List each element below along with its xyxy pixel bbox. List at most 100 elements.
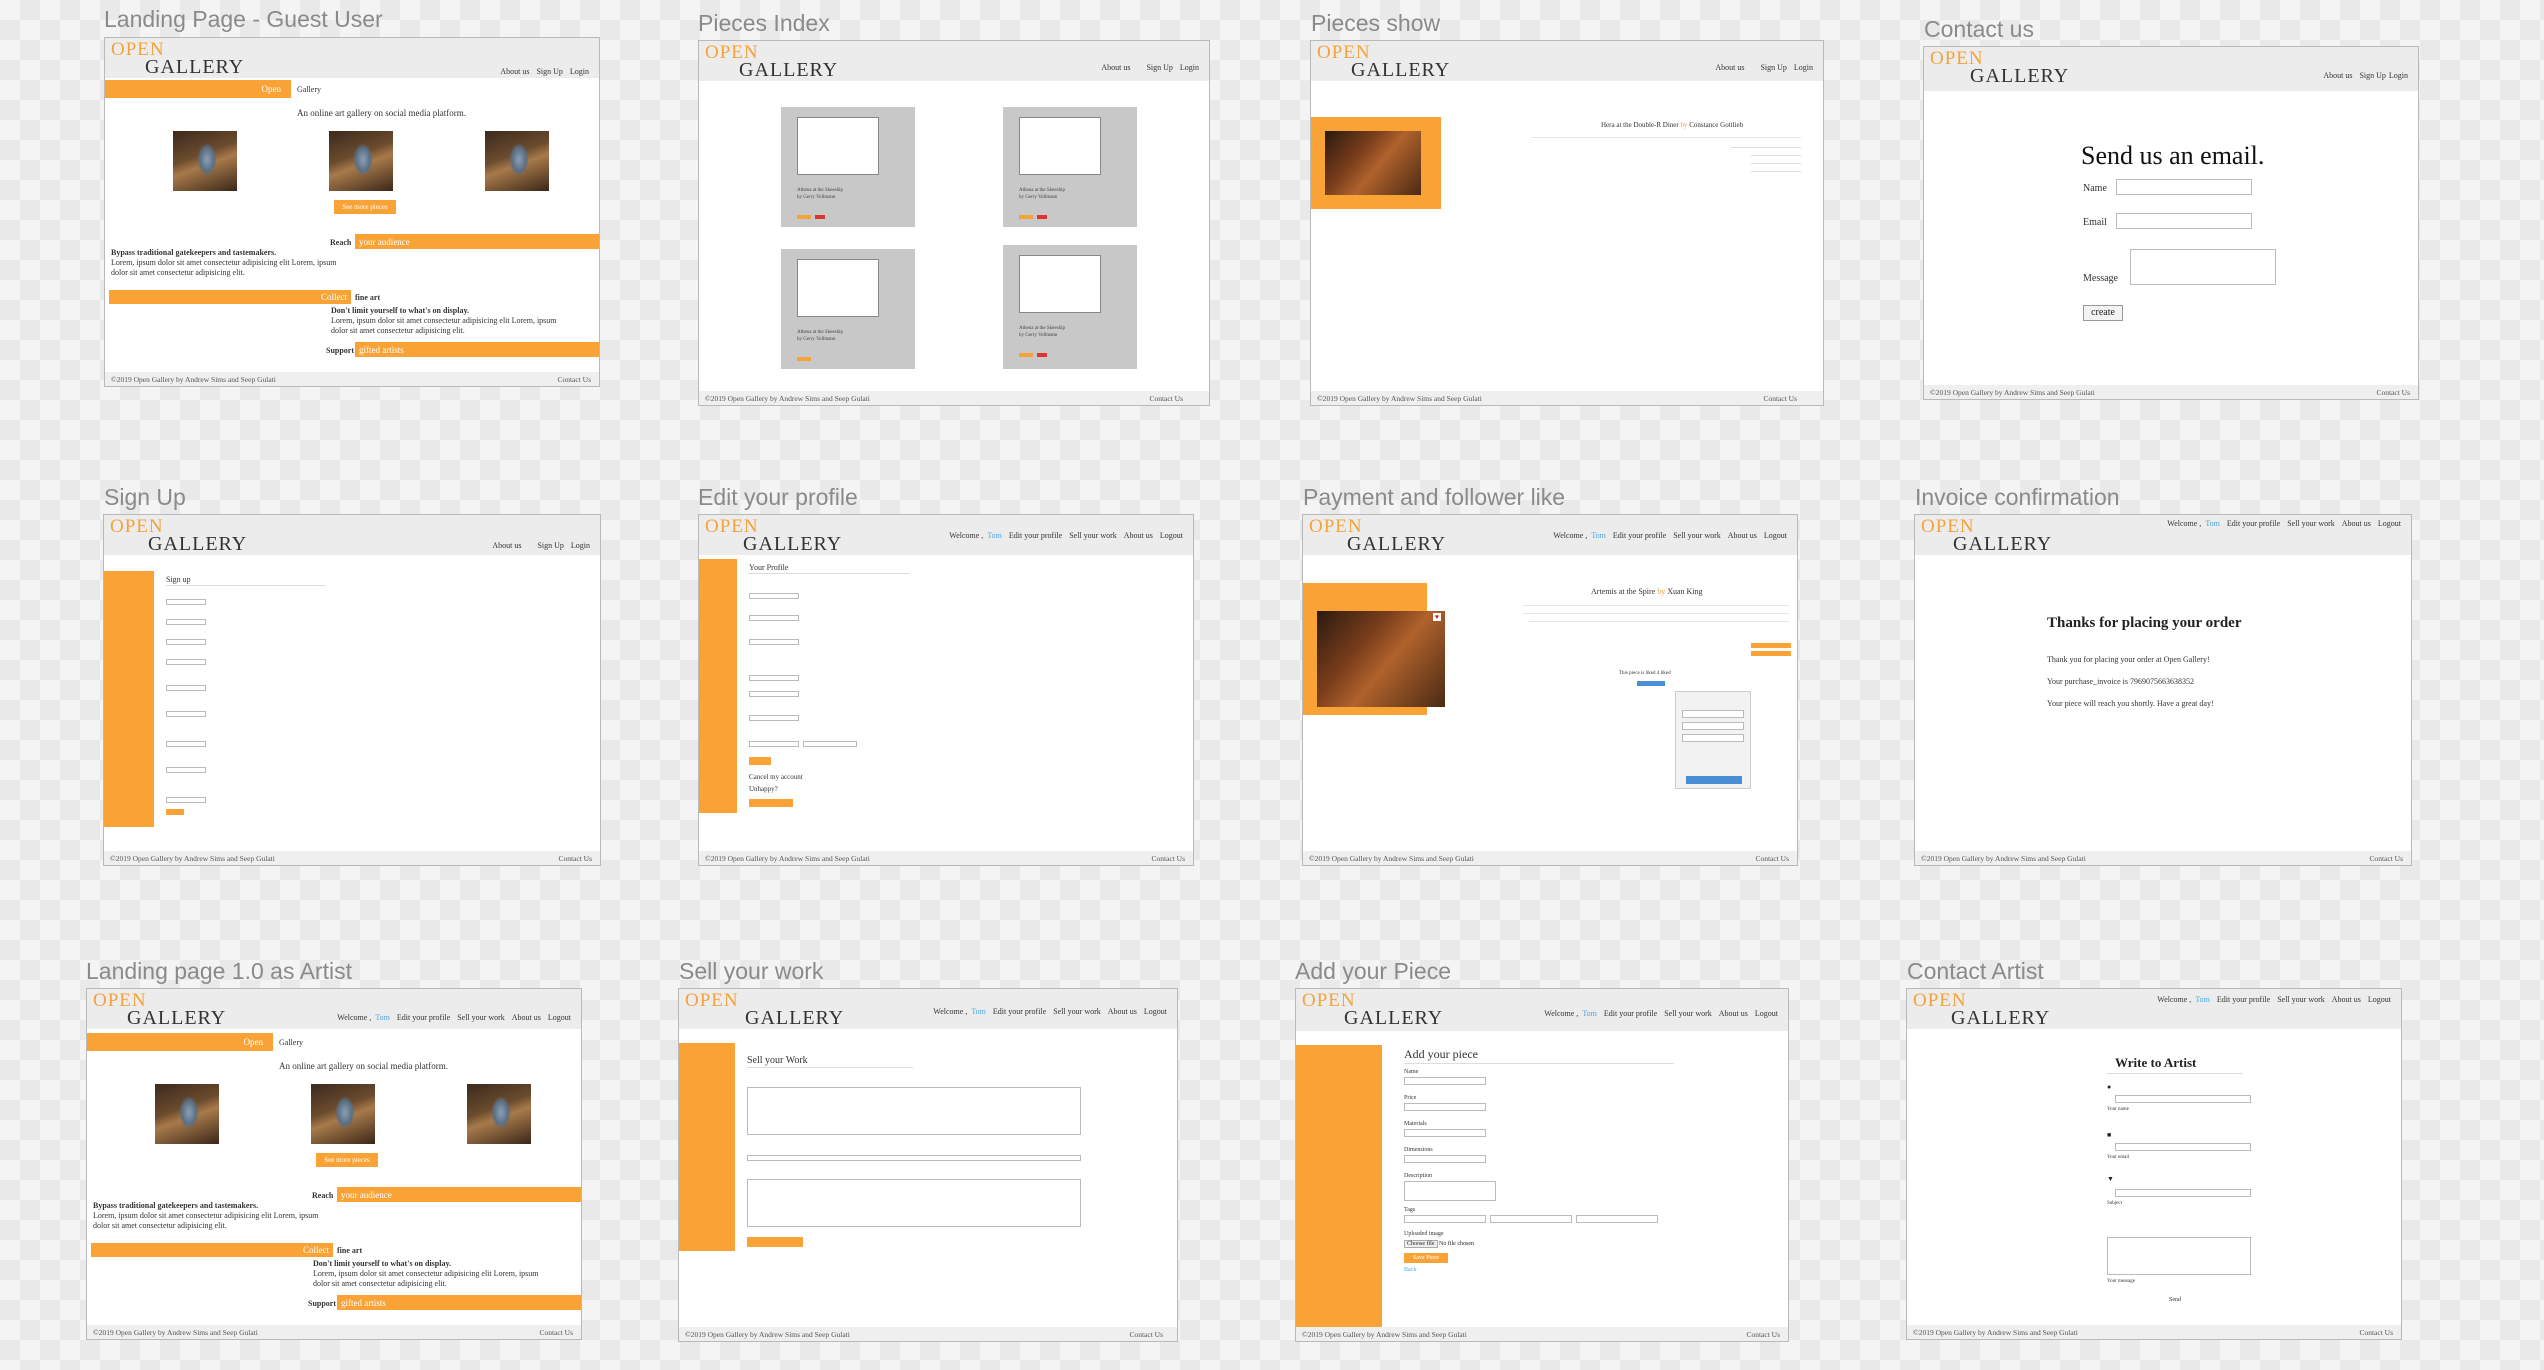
- nav-edit-profile[interactable]: Edit your profile: [1613, 531, 1666, 540]
- nav-sell-work[interactable]: Sell your work: [1664, 1009, 1712, 1018]
- piece-edit-button[interactable]: [1019, 215, 1033, 219]
- form-field[interactable]: [166, 767, 206, 773]
- nav-login[interactable]: Login: [1794, 63, 1813, 72]
- card-number-field[interactable]: [1682, 722, 1744, 730]
- send-button[interactable]: Send: [2169, 1297, 2181, 1303]
- fullname-field[interactable]: [749, 593, 799, 599]
- password-field[interactable]: [749, 675, 799, 681]
- create-button[interactable]: create: [2083, 305, 2123, 321]
- footer-contact-link[interactable]: Contact Us: [1755, 854, 1789, 863]
- card-expiry-field[interactable]: [1682, 734, 1744, 742]
- nav-signup[interactable]: Sign Up: [2359, 71, 2385, 80]
- name-field[interactable]: [1404, 1077, 1486, 1085]
- username-link[interactable]: Tom: [971, 1007, 986, 1016]
- nav-logout[interactable]: Logout: [1764, 531, 1787, 540]
- artwork-image[interactable]: [1317, 611, 1445, 707]
- nav-logout[interactable]: Logout: [1144, 1007, 1167, 1016]
- logo[interactable]: OPEN GALLERY: [93, 991, 226, 1028]
- tag-field[interactable]: [1404, 1215, 1486, 1223]
- message-textarea[interactable]: [2130, 249, 2276, 285]
- username-link[interactable]: Tom: [2205, 519, 2220, 528]
- logo[interactable]: OPEN GALLERY: [1309, 517, 1446, 554]
- piece-edit-button[interactable]: [797, 357, 811, 361]
- artwork-image[interactable]: [155, 1084, 219, 1144]
- form-field[interactable]: [166, 741, 206, 747]
- piece-thumbnail[interactable]: [1019, 255, 1101, 313]
- nav-about[interactable]: About us: [500, 67, 529, 76]
- footer-contact-link[interactable]: Contact Us: [2376, 388, 2410, 397]
- password-confirm-field[interactable]: [749, 691, 799, 697]
- piece-edit-button[interactable]: [1019, 353, 1033, 357]
- nav-sell-work[interactable]: Sell your work: [1069, 531, 1117, 540]
- nav-sell-work[interactable]: Sell your work: [457, 1013, 505, 1022]
- nav-logout[interactable]: Logout: [548, 1013, 571, 1022]
- form-field[interactable]: [166, 599, 206, 605]
- nav-about[interactable]: About us: [1715, 63, 1744, 72]
- artwork-image[interactable]: [467, 1084, 531, 1144]
- nav-login[interactable]: Login: [1180, 63, 1199, 72]
- nav-sell-work[interactable]: Sell your work: [2287, 519, 2335, 528]
- see-more-button[interactable]: See more pieces: [334, 200, 396, 214]
- form-field[interactable]: [166, 659, 206, 665]
- back-link[interactable]: Back: [1404, 1267, 1416, 1273]
- piece-thumbnail[interactable]: [797, 259, 879, 317]
- logo[interactable]: OPEN GALLERY: [705, 517, 842, 554]
- nav-about[interactable]: About us: [1108, 1007, 1137, 1016]
- tags-field[interactable]: [749, 741, 799, 747]
- nav-edit-profile[interactable]: Edit your profile: [1009, 531, 1062, 540]
- artwork-image[interactable]: [311, 1084, 375, 1144]
- name-field[interactable]: [2116, 179, 2252, 195]
- nav-logout[interactable]: Logout: [2378, 519, 2401, 528]
- tags-field[interactable]: [803, 741, 857, 747]
- choose-file-button[interactable]: Choose file: [1404, 1240, 1438, 1248]
- nav-login[interactable]: Login: [570, 67, 589, 76]
- card-email-field[interactable]: [1682, 710, 1744, 718]
- nav-sell-work[interactable]: Sell your work: [1673, 531, 1721, 540]
- piece-card[interactable]: Athena at the Skeeship by Gerry Vollmann: [781, 249, 915, 369]
- piece-delete-button[interactable]: [1037, 215, 1047, 219]
- nav-logout[interactable]: Logout: [1160, 531, 1183, 540]
- bank-account-field[interactable]: [747, 1155, 1081, 1161]
- piece-thumbnail[interactable]: [797, 117, 879, 175]
- email-field[interactable]: [2115, 1143, 2251, 1151]
- footer-contact-link[interactable]: Contact Us: [1129, 1330, 1163, 1339]
- nav-login[interactable]: Login: [571, 541, 590, 550]
- nav-edit-profile[interactable]: Edit your profile: [1604, 1009, 1657, 1018]
- nav-about[interactable]: About us: [2342, 519, 2371, 528]
- email-field[interactable]: [749, 639, 799, 645]
- nav-edit-profile[interactable]: Edit your profile: [993, 1007, 1046, 1016]
- materials-field[interactable]: [1404, 1129, 1486, 1137]
- piece-delete-button[interactable]: [1037, 353, 1047, 357]
- piece-card[interactable]: Athena at the Skeeship by Gerry Vollmann: [1003, 107, 1137, 227]
- artwork-image[interactable]: [173, 131, 237, 191]
- footer-contact-link[interactable]: Contact Us: [1149, 394, 1183, 403]
- price-field[interactable]: [1404, 1103, 1486, 1111]
- logo[interactable]: OPEN GALLERY: [1913, 991, 2050, 1028]
- footer-contact-link[interactable]: Contact Us: [558, 854, 592, 863]
- artwork-image[interactable]: [485, 131, 549, 191]
- nav-about[interactable]: About us: [512, 1013, 541, 1022]
- save-piece-button[interactable]: Save Piece: [1404, 1253, 1448, 1263]
- nav-edit-profile[interactable]: Edit your profile: [2227, 519, 2280, 528]
- username-link[interactable]: Tom: [375, 1013, 390, 1022]
- nav-edit-profile[interactable]: Edit your profile: [2217, 995, 2270, 1004]
- footer-contact-link[interactable]: Contact Us: [2369, 854, 2403, 863]
- footer-contact-link[interactable]: Contact Us: [1763, 394, 1797, 403]
- logo[interactable]: OPEN GALLERY: [1930, 49, 2069, 86]
- artwork-image[interactable]: [329, 131, 393, 191]
- signup-submit-button[interactable]: [166, 809, 184, 815]
- username-link[interactable]: Tom: [987, 531, 1002, 540]
- logo[interactable]: OPEN GALLERY: [1317, 43, 1450, 80]
- footer-contact-link[interactable]: Contact Us: [2359, 1328, 2393, 1337]
- username-link[interactable]: Tom: [1582, 1009, 1597, 1018]
- logo[interactable]: OPEN GALLERY: [1921, 517, 2052, 554]
- pay-button[interactable]: [1686, 776, 1742, 784]
- routing-textarea[interactable]: [747, 1179, 1081, 1227]
- nav-signup[interactable]: Sign Up: [1146, 63, 1172, 72]
- nav-sell-work[interactable]: Sell your work: [1053, 1007, 1101, 1016]
- nav-about[interactable]: About us: [2332, 995, 2361, 1004]
- message-textarea[interactable]: [2107, 1237, 2251, 1275]
- footer-contact-link[interactable]: Contact Us: [1151, 854, 1185, 863]
- form-field[interactable]: [166, 639, 206, 645]
- form-field[interactable]: [166, 797, 206, 803]
